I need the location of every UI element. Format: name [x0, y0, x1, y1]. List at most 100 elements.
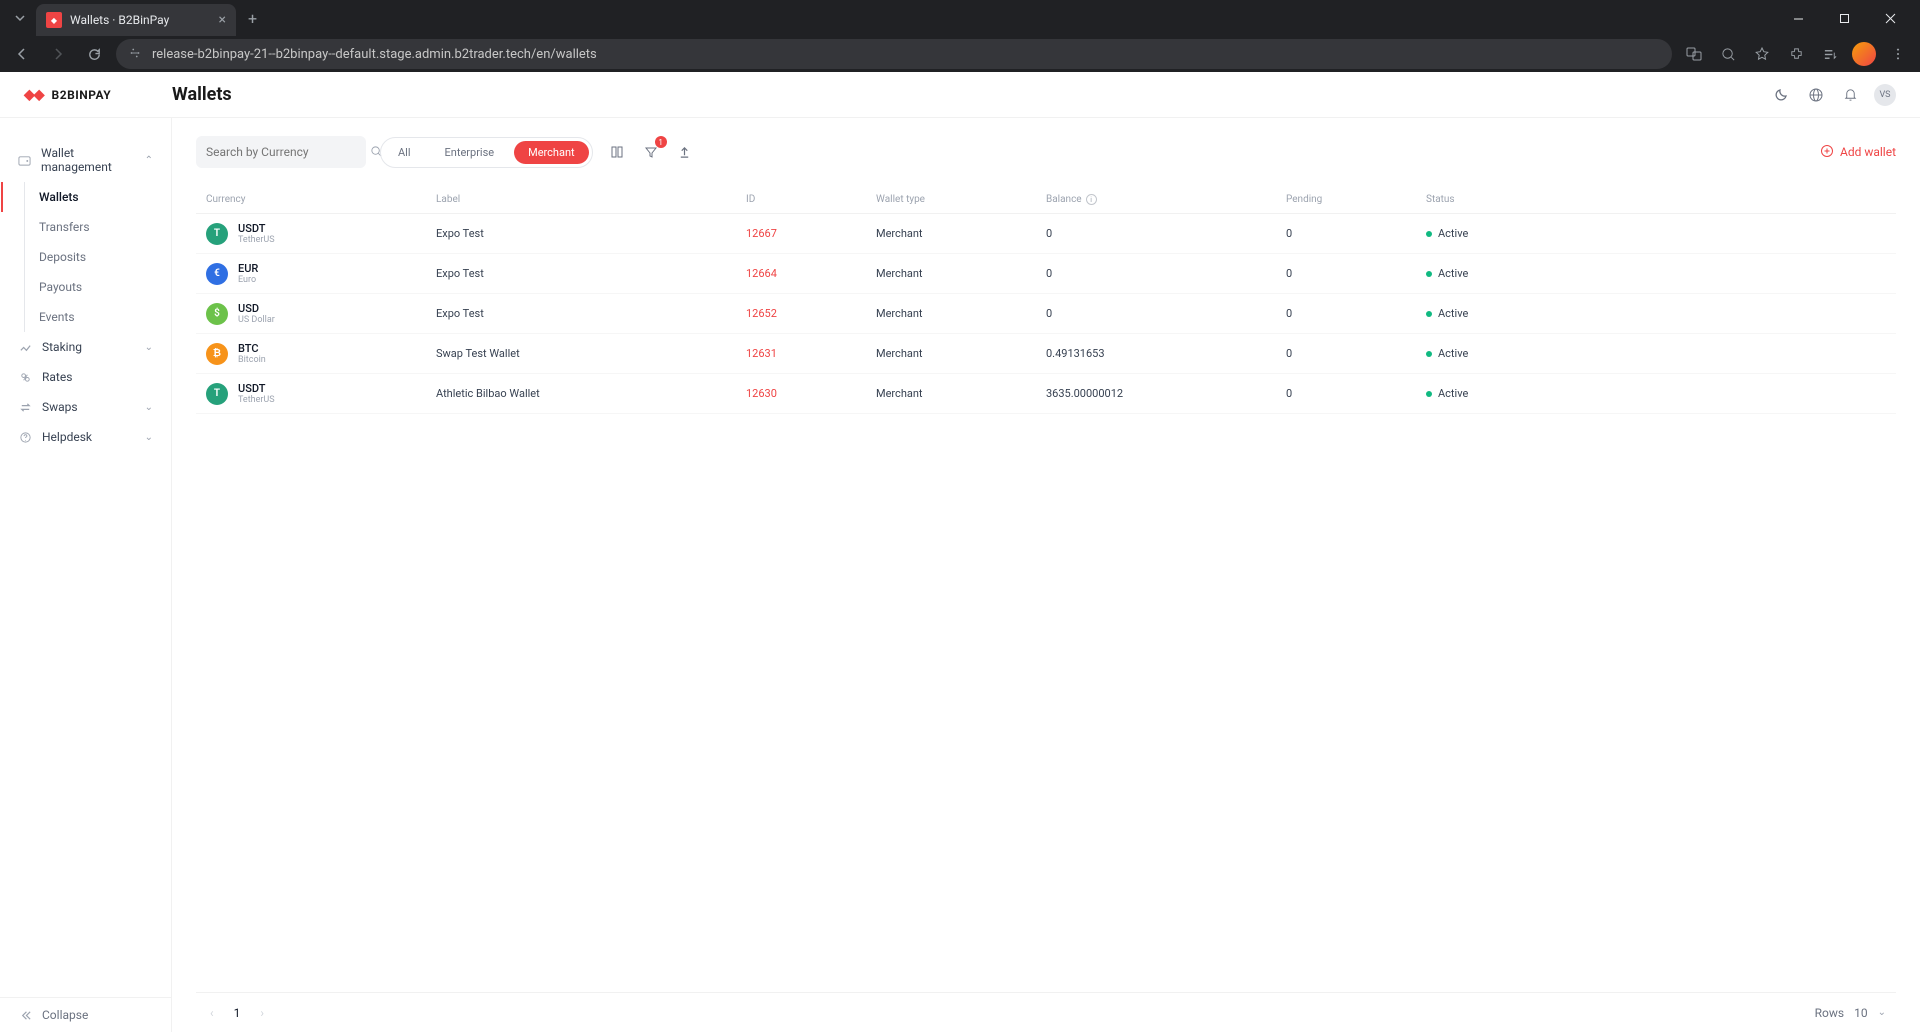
columns-icon[interactable] [607, 142, 627, 162]
sidebar-item-payouts[interactable]: Payouts [25, 272, 171, 302]
zoom-icon[interactable] [1714, 40, 1742, 68]
sidebar-item-swaps[interactable]: Swaps ⌄ [0, 392, 171, 422]
coin-icon: € [206, 263, 228, 285]
cell-type: Merchant [876, 347, 1046, 360]
window-maximize[interactable] [1822, 2, 1866, 34]
sidebar-label: Helpdesk [42, 430, 92, 444]
coin-name: TetherUS [238, 235, 275, 245]
rates-icon [18, 370, 32, 384]
url-input[interactable]: release-b2binpay-21--b2binpay--default.s… [116, 39, 1672, 69]
cell-id-link[interactable]: 12652 [746, 307, 777, 320]
new-tab-button[interactable]: + [240, 5, 265, 32]
helpdesk-icon [18, 430, 32, 444]
logo[interactable]: ◆◆ B2BINPAY [24, 87, 172, 103]
window-close[interactable] [1868, 2, 1912, 34]
cell-balance: 3635.00000012 [1046, 387, 1286, 400]
coin-icon: $ [206, 303, 228, 325]
sidebar-item-staking[interactable]: Staking ⌄ [0, 332, 171, 362]
language-icon[interactable] [1806, 85, 1826, 105]
coin-symbol: EUR [238, 262, 258, 275]
cell-pending: 0 [1286, 267, 1426, 280]
th-id[interactable]: ID [746, 194, 876, 205]
table-body: T USDT TetherUS Expo Test 12667 Merchant… [196, 214, 1896, 414]
cell-id-link[interactable]: 12630 [746, 387, 777, 400]
chevron-up-icon: ⌃ [145, 155, 153, 166]
extensions-icon[interactable] [1782, 40, 1810, 68]
cell-label: Athletic Bilbao Wallet [436, 387, 746, 400]
sidebar-item-transfers[interactable]: Transfers [25, 212, 171, 242]
sidebar-item-rates[interactable]: Rates [0, 362, 171, 392]
th-label[interactable]: Label [436, 194, 746, 205]
th-type[interactable]: Wallet type [876, 194, 1046, 205]
collapse-label: Collapse [42, 1008, 88, 1022]
site-info-icon[interactable] [128, 45, 142, 64]
search-box[interactable] [196, 136, 366, 168]
cell-id-link[interactable]: 12631 [746, 347, 777, 360]
th-pending[interactable]: Pending [1286, 194, 1426, 205]
tab-title: Wallets · B2BinPay [70, 13, 211, 27]
info-icon[interactable]: i [1086, 194, 1097, 205]
sidebar-item-events[interactable]: Events [25, 302, 171, 332]
th-balance[interactable]: Balancei [1046, 194, 1286, 205]
tab-close-icon[interactable]: × [219, 12, 226, 28]
bookmark-icon[interactable] [1748, 40, 1776, 68]
cell-type: Merchant [876, 267, 1046, 280]
chip-all[interactable]: All [384, 141, 425, 164]
chip-enterprise[interactable]: Enterprise [431, 141, 509, 164]
nav-reload-icon[interactable] [80, 40, 108, 68]
translate-icon[interactable] [1680, 40, 1708, 68]
cell-label: Expo Test [436, 227, 746, 240]
table-row[interactable]: ₿ BTC Bitcoin Swap Test Wallet 12631 Mer… [196, 334, 1896, 374]
window-minimize[interactable] [1776, 2, 1820, 34]
th-status[interactable]: Status [1426, 194, 1886, 205]
tab-favicon: ◆ [46, 12, 62, 28]
page-title: Wallets [172, 84, 232, 105]
th-currency[interactable]: Currency [206, 194, 436, 205]
coin-icon: T [206, 223, 228, 245]
cell-label: Swap Test Wallet [436, 347, 746, 360]
browser-tab[interactable]: ◆ Wallets · B2BinPay × [36, 4, 236, 36]
nav-back-icon[interactable] [8, 40, 36, 68]
sidebar-item-helpdesk[interactable]: Helpdesk ⌄ [0, 422, 171, 452]
user-avatar[interactable]: VS [1874, 84, 1896, 106]
cell-label: Expo Test [436, 307, 746, 320]
sidebar-label: Staking [42, 340, 82, 354]
sidebar-item-wallets[interactable]: Wallets [25, 182, 171, 212]
table-row[interactable]: € EUR Euro Expo Test 12664 Merchant 0 0 … [196, 254, 1896, 294]
cell-balance: 0.49131653 [1046, 347, 1286, 360]
browser-menu-icon[interactable] [1884, 40, 1912, 68]
notifications-icon[interactable] [1840, 85, 1860, 105]
page-next[interactable]: › [256, 1002, 268, 1024]
theme-toggle-icon[interactable] [1772, 85, 1792, 105]
profile-avatar[interactable] [1850, 40, 1878, 68]
sidebar-collapse-button[interactable]: Collapse [0, 997, 171, 1032]
nav-forward-icon[interactable] [44, 40, 72, 68]
cell-balance: 0 [1046, 267, 1286, 280]
table-row[interactable]: $ USD US Dollar Expo Test 12652 Merchant… [196, 294, 1896, 334]
tab-list-dropdown[interactable] [8, 6, 32, 30]
page-number: 1 [234, 1006, 241, 1020]
coin-name: Bitcoin [238, 355, 266, 365]
cell-id-link[interactable]: 12667 [746, 227, 777, 240]
table-row[interactable]: T USDT TetherUS Athletic Bilbao Wallet 1… [196, 374, 1896, 414]
chip-merchant[interactable]: Merchant [514, 141, 589, 164]
filter-icon[interactable]: 1 [641, 142, 661, 162]
search-input[interactable] [206, 145, 362, 159]
add-wallet-button[interactable]: Add wallet [1820, 144, 1896, 161]
page-prev[interactable]: ‹ [206, 1002, 218, 1024]
tab-bar: ◆ Wallets · B2BinPay × + [0, 0, 1920, 36]
pager: ‹ 1 › [206, 1002, 268, 1024]
coin-icon: ₿ [206, 343, 228, 365]
cell-id-link[interactable]: 12664 [746, 267, 777, 280]
sidebar-label: Rates [42, 370, 72, 384]
export-icon[interactable] [675, 142, 695, 162]
table-row[interactable]: T USDT TetherUS Expo Test 12667 Merchant… [196, 214, 1896, 254]
app-root: ◆◆ B2BINPAY Wallets VS Wallet management… [0, 72, 1920, 1032]
rows-per-page[interactable]: Rows 10 ⌄ [1815, 1006, 1886, 1020]
sidebar-item-wallet-management[interactable]: Wallet management ⌃ [0, 138, 171, 182]
reading-list-icon[interactable] [1816, 40, 1844, 68]
coin-symbol: USDT [238, 382, 275, 395]
sidebar-item-deposits[interactable]: Deposits [25, 242, 171, 272]
sidebar-subitems: Wallets Transfers Deposits Payouts Event… [24, 182, 171, 332]
status-badge: Active [1426, 267, 1886, 280]
